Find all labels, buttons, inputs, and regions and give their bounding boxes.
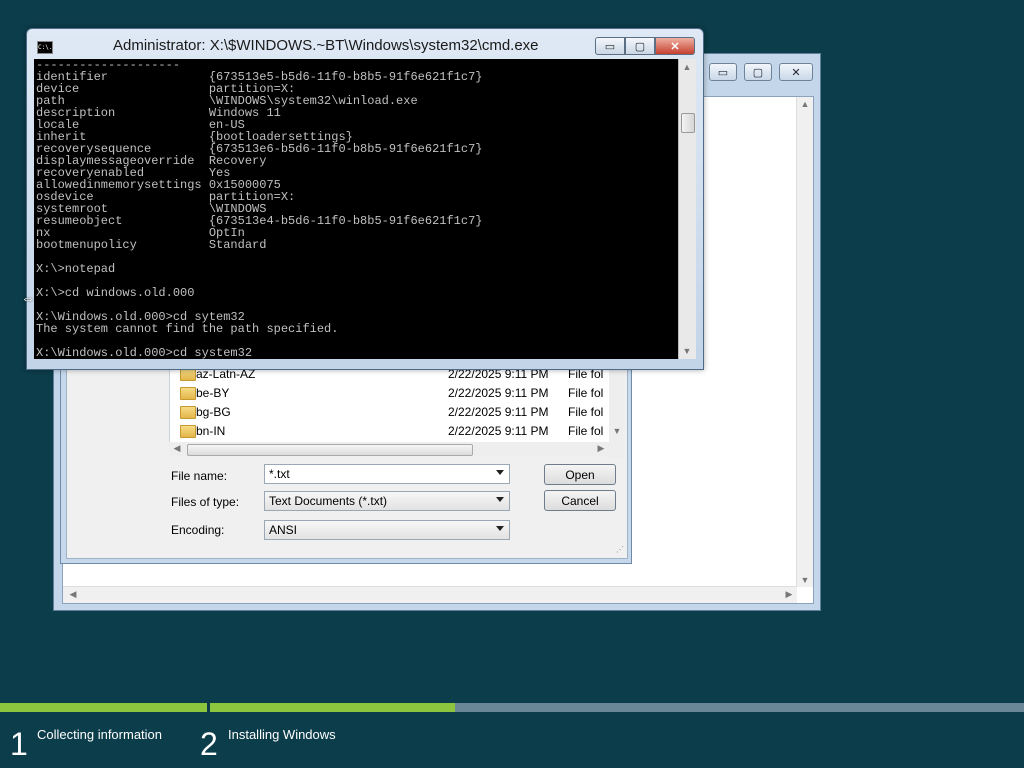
scroll-right-icon[interactable]: ▶ [593, 443, 609, 454]
progress-divider [207, 703, 210, 712]
scroll-left-icon[interactable]: ◀ [65, 589, 81, 600]
step-number-1: 1 [10, 726, 28, 762]
file-list-horizontal-scrollbar[interactable]: ◀ ▶ [169, 442, 609, 456]
notepad-close-button[interactable]: ✕ [779, 63, 813, 81]
step-number-2: 2 [200, 726, 218, 762]
scroll-left-icon[interactable]: ◀ [169, 443, 185, 454]
step-label-2: Installing Windows [228, 727, 336, 742]
cmd-app-icon: C:\. [37, 41, 53, 54]
files-of-type-label: Files of type: [171, 495, 240, 509]
file-date: 2/22/2025 9:11 PM [448, 405, 549, 419]
step-label-1: Collecting information [37, 727, 163, 742]
resize-grip-icon[interactable]: ⋰ [616, 545, 624, 554]
file-row[interactable]: bn-IN 2/22/2025 9:11 PM File fol [170, 422, 610, 441]
close-icon: ✕ [670, 40, 680, 53]
folder-icon [180, 406, 196, 419]
notepad-minimize-button[interactable]: ▭ [709, 63, 737, 81]
file-name-label: File name: [171, 469, 228, 483]
file-row[interactable]: bg-BG 2/22/2025 9:11 PM File fol [170, 403, 610, 422]
scroll-up-icon[interactable]: ▲ [679, 62, 695, 72]
maximize-button[interactable]: ▢ [625, 37, 655, 55]
scroll-down-icon[interactable]: ▼ [679, 346, 695, 356]
window-title: Administrator: X:\$WINDOWS.~BT\Windows\s… [113, 37, 539, 54]
file-type: File fol [568, 424, 604, 438]
folder-icon [180, 425, 196, 438]
dialog-body: az-Latn-AZ 2/22/2025 9:11 PM File fol be-BY… [66, 341, 628, 559]
file-list-vertical-scrollbar[interactable]: ▼ [609, 364, 625, 458]
encoding-select[interactable]: ANSI [264, 520, 510, 540]
file-name-value: *.txt [269, 467, 290, 481]
file-list[interactable]: az-Latn-AZ 2/22/2025 9:11 PM File fol be-BY… [169, 364, 611, 444]
encoding-label: Encoding: [171, 523, 225, 537]
notepad-maximize-button[interactable]: ▢ [744, 63, 772, 81]
file-type: File fol [568, 405, 604, 419]
encoding-value: ANSI [269, 523, 298, 537]
console-output[interactable]: -------------------- identifier {673513e… [34, 59, 678, 359]
close-button[interactable]: ✕ [655, 37, 695, 55]
chevron-down-icon[interactable] [496, 497, 504, 502]
resize-cursor-icon: ⇔ [21, 290, 35, 306]
file-date: 2/22/2025 9:11 PM [448, 386, 549, 400]
chevron-down-icon[interactable] [496, 526, 504, 531]
scroll-right-icon[interactable]: ▶ [781, 589, 797, 600]
file-date: 2/22/2025 9:11 PM [448, 424, 549, 438]
cancel-button[interactable]: Cancel [544, 490, 616, 511]
scrollbar-thumb[interactable] [681, 113, 695, 133]
setup-progress-fill [0, 703, 455, 712]
close-icon: ✕ [791, 66, 801, 79]
scrollbar-thumb[interactable] [187, 444, 473, 456]
file-type: File fol [568, 386, 604, 400]
notepad-vertical-scrollbar[interactable]: ▲ ▼ [796, 97, 813, 587]
minimize-icon: ▭ [717, 66, 729, 79]
scroll-up-icon[interactable]: ▲ [797, 99, 813, 109]
setup-progress-track [0, 703, 1024, 712]
files-of-type-value: Text Documents (*.txt) [269, 494, 388, 508]
open-file-dialog: az-Latn-AZ 2/22/2025 9:11 PM File fol be-BY… [60, 340, 632, 564]
cmd-window: C:\. Administrator: X:\$WINDOWS.~BT\Wind… [26, 28, 704, 370]
file-name: be-BY [196, 386, 230, 400]
file-row[interactable]: be-BY 2/22/2025 9:11 PM File fol [170, 384, 610, 403]
file-name-input[interactable]: *.txt [264, 464, 510, 484]
chevron-down-icon[interactable] [496, 470, 504, 475]
folder-icon [180, 387, 196, 400]
files-of-type-select[interactable]: Text Documents (*.txt) [264, 491, 510, 511]
notepad-horizontal-scrollbar[interactable]: ◀ ▶ [63, 586, 797, 603]
file-name: bn-IN [196, 424, 226, 438]
maximize-icon: ▢ [634, 40, 646, 53]
minimize-icon: ▭ [604, 40, 616, 53]
file-name: bg-BG [196, 405, 231, 419]
console-text: -------------------- identifier {673513e… [36, 59, 483, 359]
console-scrollbar[interactable]: ▲ ▼ [678, 59, 696, 359]
minimize-button[interactable]: ▭ [595, 37, 625, 55]
maximize-icon: ▢ [752, 66, 764, 79]
scroll-down-icon[interactable]: ▼ [609, 426, 625, 436]
open-button[interactable]: Open [544, 464, 616, 485]
scroll-down-icon[interactable]: ▼ [797, 575, 813, 585]
